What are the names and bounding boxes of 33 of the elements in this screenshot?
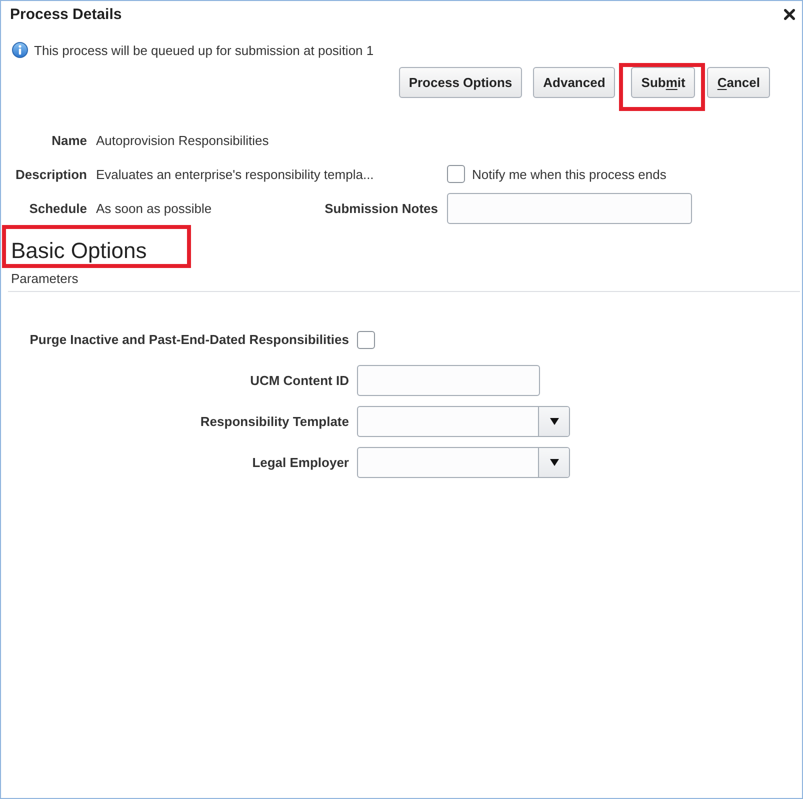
info-icon [12,42,28,58]
checkbox-label: Notify me when this process ends [472,166,666,182]
action-button[interactable]: Submit [631,67,696,98]
dropdown-field[interactable] [357,406,570,437]
dropdown-button[interactable] [538,407,569,436]
field-label: Responsibility Template [200,414,349,429]
field-label: Description [15,166,87,182]
action-button[interactable]: Advanced [533,67,616,98]
field-label: Submission Notes [324,200,438,216]
action-button[interactable]: Cancel [707,67,770,98]
checkbox[interactable] [357,330,375,348]
field-label: Schedule [29,200,87,216]
field-label: UCM Content ID [250,373,349,388]
field-label: Name [52,132,87,148]
subsection-heading: Parameters [11,271,78,287]
field-value: As soon as possible [96,200,212,216]
caret-icon [550,418,558,425]
input-field[interactable] [357,365,540,396]
info-message: This process will be queued up for submission at position 1 [34,42,374,58]
field-value: Evaluates an enterprise's responsibility templa... [96,166,374,182]
field-label: Legal Employer [252,455,349,470]
dropdown-button[interactable] [538,448,569,477]
dialog-title: Process Details [10,6,122,22]
field-value: Autoprovision Responsibilities [96,132,269,148]
section-heading: Basic Options [11,238,147,264]
notes-field[interactable] [447,192,692,224]
field-label: Purge Inactive and Past-End-Dated Responsibilities [30,332,349,347]
dropdown-field[interactable] [357,447,570,478]
close-icon [784,8,795,20]
checkbox[interactable] [447,165,465,183]
caret-icon [550,459,558,466]
close-button[interactable] [784,8,795,20]
action-button[interactable]: Process Options [398,67,522,98]
